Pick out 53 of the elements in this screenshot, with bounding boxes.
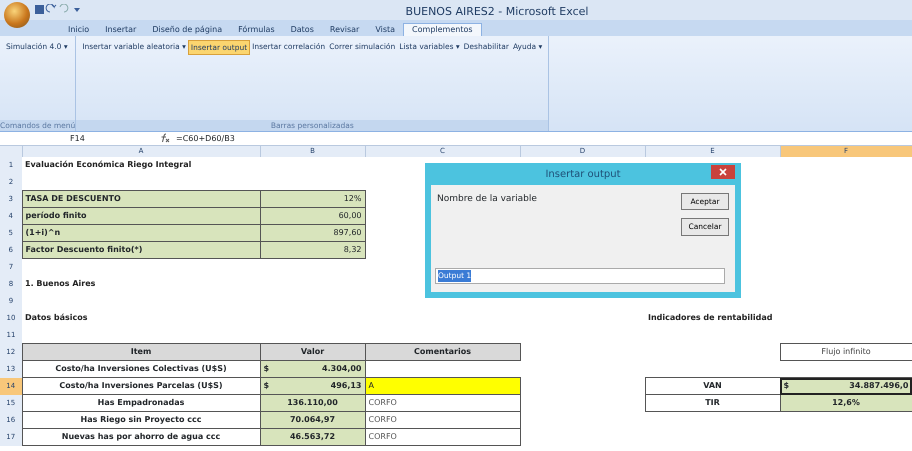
table-cell: 12,6% bbox=[780, 394, 912, 412]
ribbon-tab[interactable]: Fórmulas bbox=[230, 24, 283, 36]
ribbon-tab[interactable]: Revisar bbox=[322, 24, 368, 36]
currency-symbol: $ bbox=[264, 363, 270, 375]
table-cell: A bbox=[365, 378, 520, 394]
table-cell: Costo/ha Inversiones Colectivas (U$S) bbox=[22, 360, 260, 378]
table-cell: Factor Descuento finito(*) bbox=[22, 242, 260, 258]
cell-value: 496,13 bbox=[330, 380, 362, 392]
ribbon-tab[interactable]: Datos bbox=[282, 24, 322, 36]
table-cell: Has Empadronadas bbox=[22, 394, 260, 412]
table-cell: 136.110,00 bbox=[260, 394, 365, 412]
cell-value: 4.304,00 bbox=[322, 363, 362, 375]
table-cell: 897,60 bbox=[260, 224, 365, 242]
table-cell: Datos básicos bbox=[22, 310, 260, 326]
table-cell: (1+i)^n bbox=[22, 224, 260, 242]
table-cell: 60,00 bbox=[260, 208, 365, 224]
table-cell: Comentarios bbox=[365, 344, 520, 360]
field-label: Nombre de la variable bbox=[437, 193, 537, 206]
ribbon-tab[interactable]: Diseño de página bbox=[144, 24, 230, 36]
table-cell: Item bbox=[22, 344, 260, 360]
table-cell: Evaluación Económica Riego Integral bbox=[22, 156, 260, 174]
ribbon-tab[interactable]: Inicio bbox=[60, 24, 98, 36]
office-button[interactable] bbox=[4, 2, 30, 28]
function-icon[interactable] bbox=[160, 133, 170, 144]
table-cell: período finito bbox=[22, 208, 260, 224]
cell-value: 34.887.496,0 bbox=[849, 380, 908, 392]
table-cell: Nuevas has por ahorro de agua ccc bbox=[22, 428, 260, 446]
table-cell: CORFO bbox=[365, 412, 520, 428]
table-cell: TIR bbox=[645, 394, 780, 412]
table-cell: 8,32 bbox=[260, 242, 365, 258]
dialog-title: Insertar output bbox=[545, 168, 621, 182]
table-cell: 1. Buenos Aires bbox=[22, 276, 260, 292]
table-cell: VAN bbox=[645, 378, 780, 394]
table-cell: 46.563,72 bbox=[260, 428, 365, 446]
ribbon-tab[interactable]: Vista bbox=[367, 24, 404, 36]
table-cell: CORFO bbox=[365, 428, 520, 446]
name-box[interactable]: F14 bbox=[0, 132, 100, 144]
table-cell: TASA DE DESCUENTO bbox=[22, 190, 260, 208]
currency-symbol: $ bbox=[784, 380, 790, 392]
table-cell-text: Indicadores de rentabilidad bbox=[647, 312, 774, 324]
table-cell: Valor bbox=[260, 344, 365, 360]
ribbon-tab[interactable]: Complementos bbox=[403, 23, 482, 36]
table-cell: 12% bbox=[260, 190, 365, 208]
formula-field[interactable]: =C60+D60/B3 bbox=[176, 132, 235, 144]
window-title: BUENOS AIRES2 - Microsoft Excel bbox=[406, 5, 588, 18]
table-cell: Flujo infinito bbox=[780, 344, 912, 360]
table-cell: CORFO bbox=[365, 394, 520, 412]
table-cell: Has Riego sin Proyecto ccc bbox=[22, 412, 260, 428]
quick-access-icon[interactable] bbox=[34, 4, 82, 16]
table-cell: Costo/ha Inversiones Parcelas (U$S) bbox=[22, 378, 260, 394]
currency-symbol: $ bbox=[264, 380, 270, 392]
table-cell: 70.064,97 bbox=[260, 412, 365, 428]
ribbon-tab[interactable]: Insertar bbox=[97, 24, 144, 36]
